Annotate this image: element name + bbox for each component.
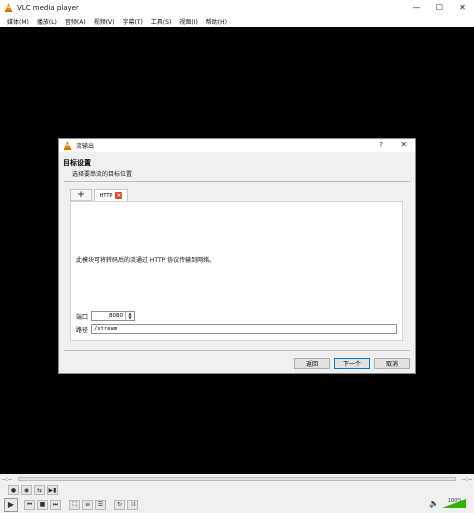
window-title: VLC media player bbox=[17, 3, 79, 12]
port-label: 端口 bbox=[76, 314, 89, 321]
menu-video[interactable]: 视频(V) bbox=[90, 17, 119, 26]
spin-arrows[interactable]: ▲ ▼ bbox=[125, 312, 134, 320]
speaker-icon[interactable]: 🔈 bbox=[429, 499, 439, 508]
record-icon[interactable]: ● bbox=[8, 485, 19, 495]
volume-control: 🔈 bbox=[429, 499, 466, 508]
volume-slider[interactable] bbox=[442, 499, 466, 508]
dialog-titlebar: 流输出 ? ✕ bbox=[59, 139, 415, 152]
menu-subtitle[interactable]: 字幕(T) bbox=[118, 17, 146, 26]
tab-close-icon[interactable]: × bbox=[115, 192, 123, 199]
fullscreen-icon[interactable]: ⛶ bbox=[69, 499, 80, 510]
header-subtitle: 选择要串流的目标位置 bbox=[72, 171, 133, 178]
vlc-cone-icon bbox=[4, 3, 13, 12]
snapshot-icon[interactable]: ◉ bbox=[21, 485, 32, 495]
tab-label: HTTP bbox=[99, 192, 113, 199]
seek-row: --:-- --:-- bbox=[0, 474, 474, 484]
loop-ab-icon[interactable]: ⇆ bbox=[34, 485, 45, 495]
help-icon[interactable]: ? bbox=[379, 141, 383, 149]
time-total: --:-- bbox=[461, 475, 473, 483]
dialog-header: 目标设置 选择要串流的目标位置 bbox=[59, 152, 415, 178]
seek-slider[interactable] bbox=[18, 477, 456, 481]
menu-playback[interactable]: 播放(L) bbox=[33, 17, 61, 26]
close-button[interactable]: ✕ bbox=[451, 0, 474, 15]
maximize-button[interactable]: ☐ bbox=[428, 0, 451, 15]
destination-tabs: + HTTP × bbox=[70, 189, 128, 201]
menu-media[interactable]: 媒体(M) bbox=[3, 17, 33, 26]
shuffle-icon[interactable]: ⤨ bbox=[127, 499, 138, 510]
menu-tools[interactable]: 工具(S) bbox=[147, 17, 176, 26]
spin-down-icon[interactable]: ▼ bbox=[126, 316, 134, 320]
extended-settings-icon[interactable]: ≡ bbox=[82, 499, 93, 510]
advanced-controls: ● ◉ ⇆ ▶▮ bbox=[0, 484, 474, 496]
dialog-close-button[interactable]: ✕ bbox=[400, 140, 407, 149]
port-value: 8080 bbox=[109, 313, 123, 319]
minimize-button[interactable]: — bbox=[405, 0, 428, 15]
playback-controls: ▶ ⏮ ■ ⏭ ⛶ ≡ ☰ ↻ ⤨ bbox=[0, 496, 474, 513]
window-titlebar: VLC media player — ☐ ✕ bbox=[0, 0, 474, 15]
menu-audio[interactable]: 音频(A) bbox=[61, 17, 90, 26]
port-spinbox[interactable]: 8080 ▲ ▼ bbox=[91, 311, 135, 321]
vlc-cone-icon bbox=[63, 141, 72, 150]
time-elapsed: --:-- bbox=[1, 475, 13, 483]
module-description: 此模块可将转码后的流通过 HTTP 协议传输到网络。 bbox=[76, 257, 216, 264]
add-destination-button[interactable]: + bbox=[70, 189, 92, 201]
path-label: 路径 bbox=[76, 327, 89, 334]
next-button[interactable]: 下一个 bbox=[334, 358, 370, 369]
footer-divider bbox=[64, 350, 410, 351]
stop-icon[interactable]: ■ bbox=[37, 499, 48, 510]
header-title: 目标设置 bbox=[63, 159, 91, 167]
menu-bar: 媒体(M) 播放(L) 音频(A) 视频(V) 字幕(T) 工具(S) 视图(I… bbox=[0, 15, 474, 27]
play-icon[interactable]: ▶ bbox=[4, 497, 18, 512]
header-divider bbox=[64, 181, 410, 182]
frame-step-icon[interactable]: ▶▮ bbox=[47, 485, 58, 495]
back-button[interactable]: 返回 bbox=[294, 358, 330, 369]
loop-icon[interactable]: ↻ bbox=[114, 499, 125, 510]
path-field[interactable]: /stream bbox=[91, 324, 397, 334]
menu-view[interactable]: 视图(I) bbox=[175, 17, 201, 26]
dialog-title: 流输出 bbox=[76, 143, 95, 150]
next-icon[interactable]: ⏭ bbox=[50, 499, 61, 510]
tab-http[interactable]: HTTP × bbox=[94, 189, 128, 201]
playlist-icon[interactable]: ☰ bbox=[95, 499, 106, 510]
cancel-button[interactable]: 取消 bbox=[374, 358, 410, 369]
previous-icon[interactable]: ⏮ bbox=[24, 499, 35, 510]
menu-help[interactable]: 帮助(H) bbox=[202, 17, 231, 26]
